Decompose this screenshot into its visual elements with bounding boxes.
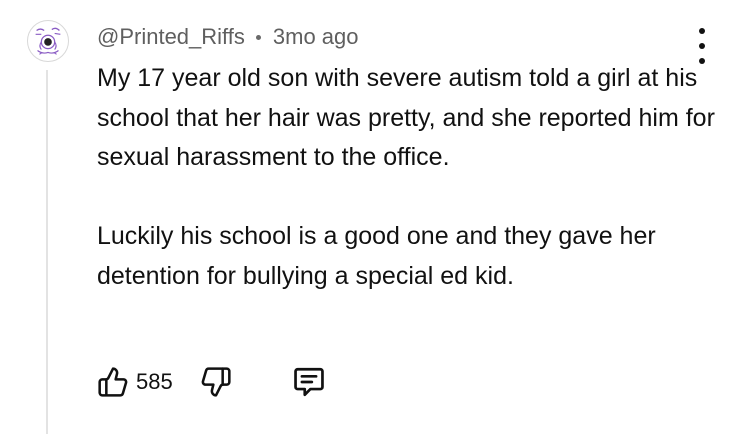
comment-actions: 585 [97, 364, 326, 400]
more-vertical-icon [699, 28, 705, 34]
comment-bubble-icon [293, 367, 324, 397]
thread-line[interactable] [46, 70, 48, 434]
author-avatar[interactable] [27, 20, 69, 62]
like-button[interactable]: 585 [97, 366, 173, 398]
thumbs-down-icon [201, 367, 231, 397]
dislike-button[interactable] [200, 366, 232, 398]
comment-paragraph: Luckily his school is a good one and the… [97, 222, 656, 290]
more-vertical-icon-dot [699, 43, 705, 49]
comment-body: My 17 year old son with severe autism to… [97, 59, 727, 296]
thumbs-up-icon [98, 367, 128, 397]
meta-separator [255, 34, 261, 40]
reply-button[interactable] [292, 365, 326, 399]
comment-paragraph: My 17 year old son with severe autism to… [97, 64, 715, 171]
comment-meta: @Printed_Riffs 3mo ago [97, 22, 359, 52]
avatar-illustration [28, 21, 68, 61]
timestamp: 3mo ago [272, 24, 359, 49]
author-name[interactable]: @Printed_Riffs [97, 24, 245, 50]
like-count: 585 [136, 369, 173, 394]
